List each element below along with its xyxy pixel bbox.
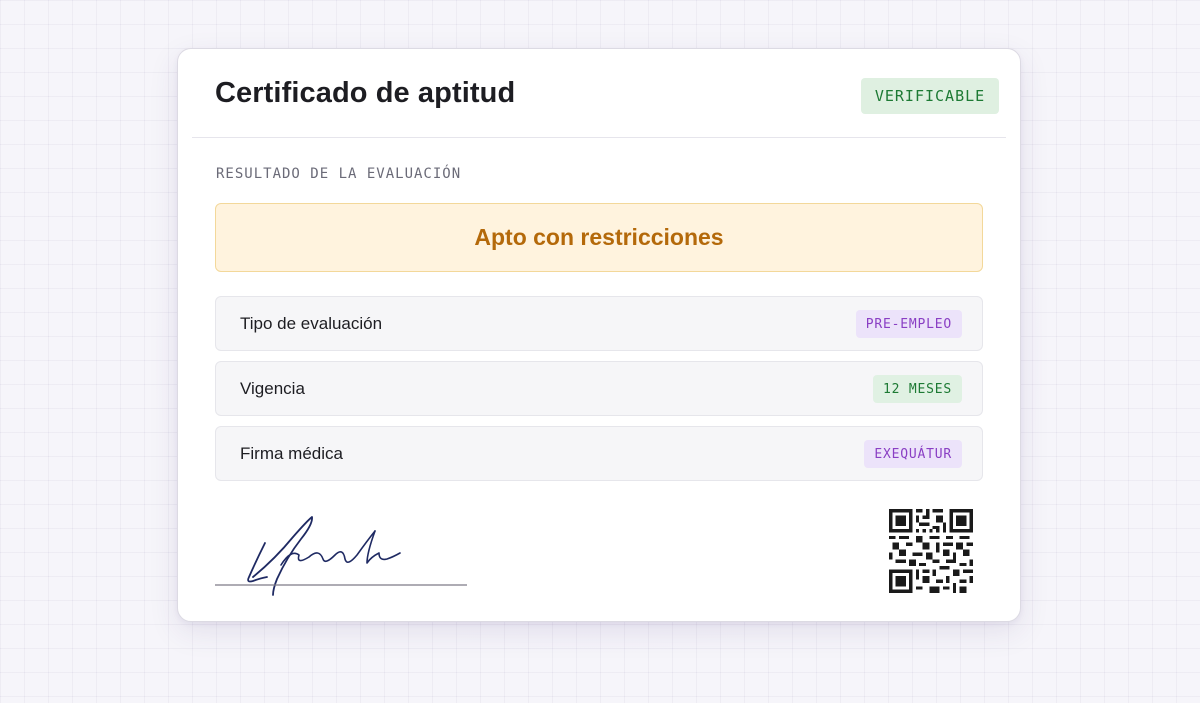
certificate-card: Certificado de aptitud VERIFICABLE RESUL… — [177, 48, 1021, 622]
row-evaluation-type: Tipo de evaluación PRE-EMPLEO — [215, 296, 983, 351]
header-divider — [192, 137, 1006, 138]
card-title: Certificado de aptitud — [215, 77, 516, 109]
validity-tag: 12 MESES — [872, 375, 962, 403]
row-label: Tipo de evaluación — [240, 313, 383, 333]
result-banner: Apto con restricciones — [215, 203, 983, 272]
verifiable-badge: VERIFICABLE — [861, 78, 999, 114]
row-label: Firma médica — [240, 443, 343, 463]
signature-icon — [215, 516, 467, 596]
exequatur-tag: EXEQUÁTUR — [864, 440, 962, 468]
row-medical-signature: Firma médica EXEQUÁTUR — [215, 426, 983, 481]
section-label: RESULTADO DE LA EVALUACIÓN — [216, 166, 462, 182]
row-validity: Vigencia 12 MESES — [215, 361, 983, 416]
evaluation-type-tag: PRE-EMPLEO — [855, 310, 962, 338]
qr-code-icon — [889, 509, 973, 593]
row-label: Vigencia — [240, 378, 305, 398]
